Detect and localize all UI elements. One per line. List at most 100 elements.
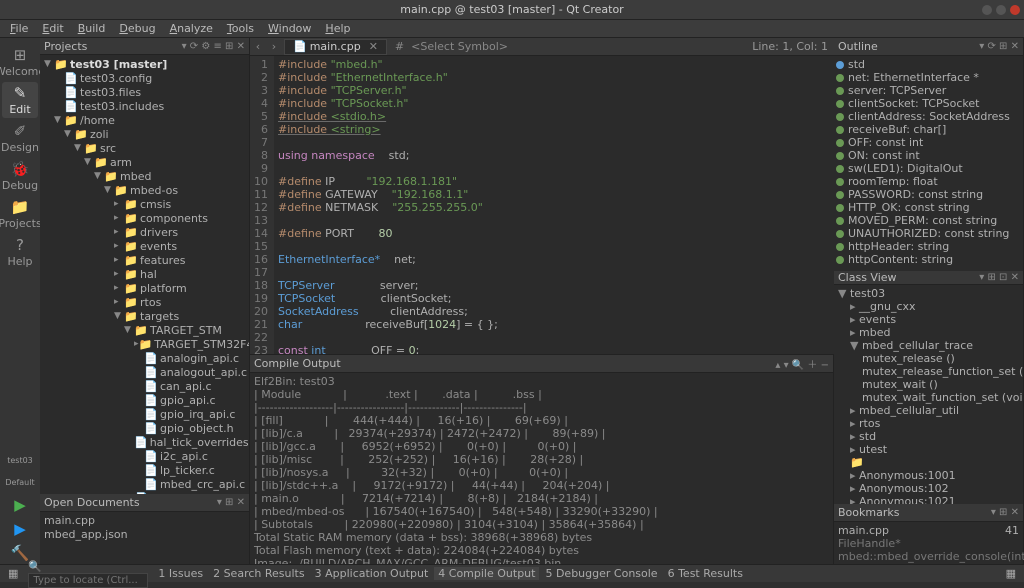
- code-area[interactable]: #include "mbed.h"#include "EthernetInter…: [274, 56, 834, 354]
- classview-toolbar[interactable]: ▾ ⊞ ⊡ ✕: [979, 272, 1019, 283]
- outline-item[interactable]: std: [836, 58, 1021, 71]
- tree-node[interactable]: 📄gpio_api.c: [40, 393, 249, 407]
- outline-item[interactable]: HTTP_OK: const string: [836, 201, 1021, 214]
- toggle-sidebar-icon[interactable]: ▦: [4, 567, 22, 580]
- tree-node[interactable]: ▸📁platform: [40, 281, 249, 295]
- tree-node[interactable]: 📄test03.files: [40, 85, 249, 99]
- open-doc[interactable]: mbed_app.json: [44, 528, 245, 542]
- menu-tools[interactable]: Tools: [221, 21, 260, 36]
- outline-item[interactable]: receiveBuf: char[]: [836, 123, 1021, 136]
- open-doc[interactable]: main.cpp: [44, 514, 245, 528]
- tree-node[interactable]: ▼📁src: [40, 141, 249, 155]
- tree-node[interactable]: ▼📁arm: [40, 155, 249, 169]
- tree-node[interactable]: ▸📁components: [40, 211, 249, 225]
- outline-item[interactable]: clientAddress: SocketAddress: [836, 110, 1021, 123]
- outline-item[interactable]: UNAUTHORIZED: const string: [836, 227, 1021, 240]
- classview-item[interactable]: ▸ Anonymous:1001: [836, 469, 1021, 482]
- mode-welcome[interactable]: ⊞Welcome: [2, 44, 38, 80]
- compile-toolbar[interactable]: ▴ ▾ 🔍 ＋ −: [775, 356, 829, 371]
- projects-toolbar[interactable]: ▾ ⟳ ⚙ ≡ ⊞ ✕: [182, 41, 245, 52]
- status-tab-test-results[interactable]: 6 Test Results: [664, 567, 747, 580]
- tree-node[interactable]: 📄hal_tick_overrides.c: [40, 435, 249, 449]
- cursor-position[interactable]: Line: 1, Col: 1: [752, 40, 828, 53]
- menu-analyze[interactable]: Analyze: [164, 21, 219, 36]
- classview-item[interactable]: ▸ Anonymous:102: [836, 482, 1021, 495]
- classview-item[interactable]: ▸ mbed: [836, 326, 1021, 339]
- outline-item[interactable]: roomTemp: float: [836, 175, 1021, 188]
- outline-item[interactable]: ON: const int: [836, 149, 1021, 162]
- code-editor[interactable]: 1234567891011121314151617181920212223242…: [250, 56, 834, 354]
- mode-design[interactable]: ✐Design: [2, 120, 38, 156]
- compile-output[interactable]: Elf2Bin: test03| Module | .text | .data …: [250, 373, 833, 564]
- outline-list[interactable]: stdnet: EthernetInterface *server: TCPSe…: [834, 56, 1023, 268]
- status-tab-compile-output[interactable]: 4 Compile Output: [434, 567, 539, 580]
- outline-item[interactable]: server: TCPServer: [836, 84, 1021, 97]
- maximize-icon[interactable]: [996, 5, 1006, 15]
- locator[interactable]: 🔍: [28, 560, 148, 588]
- symbol-selector[interactable]: # <Select Symbol>: [395, 40, 508, 53]
- kit-selector[interactable]: test03: [2, 450, 38, 470]
- build-config[interactable]: Default: [2, 472, 38, 492]
- tree-node[interactable]: ▸📁drivers: [40, 225, 249, 239]
- menu-file[interactable]: File: [4, 21, 34, 36]
- outline-item[interactable]: net: EthernetInterface *: [836, 71, 1021, 84]
- menu-window[interactable]: Window: [262, 21, 317, 36]
- classview-item[interactable]: ▼ mbed_cellular_trace: [836, 339, 1021, 352]
- tree-node[interactable]: ▸📁events: [40, 239, 249, 253]
- classview-item[interactable]: 📁: [836, 456, 1021, 469]
- bookmark-item[interactable]: main.cpp41 FileHandle* mbed::mbed_overri…: [834, 522, 1023, 552]
- classview-item[interactable]: ▸ utest: [836, 443, 1021, 456]
- tree-node[interactable]: ▼📁/home: [40, 113, 249, 127]
- status-tab-application-output[interactable]: 3 Application Output: [311, 567, 433, 580]
- outline-item[interactable]: OFF: const int: [836, 136, 1021, 149]
- tree-node[interactable]: ▸📁features: [40, 253, 249, 267]
- tree-node[interactable]: ▸📁rtos: [40, 295, 249, 309]
- nav-back-icon[interactable]: ‹: [250, 40, 266, 53]
- outline-item[interactable]: sw(LED1): DigitalOut: [836, 162, 1021, 175]
- tree-node[interactable]: ▸📁hal: [40, 267, 249, 281]
- tree-node[interactable]: 📄can_api.c: [40, 379, 249, 393]
- tree-node[interactable]: ▼📁targets: [40, 309, 249, 323]
- classview-item[interactable]: ▼ test03: [836, 287, 1021, 300]
- toggle-right-sidebar-icon[interactable]: ▦: [1002, 567, 1020, 580]
- classview-item[interactable]: ▸ __gnu_cxx: [836, 300, 1021, 313]
- menu-debug[interactable]: Debug: [113, 21, 161, 36]
- outline-item[interactable]: httpContent: string: [836, 253, 1021, 266]
- menu-help[interactable]: Help: [319, 21, 356, 36]
- outline-item[interactable]: clientSocket: TCPSocket: [836, 97, 1021, 110]
- tree-node[interactable]: ▼📁mbed: [40, 169, 249, 183]
- classview-list[interactable]: ▼ test03▸ __gnu_cxx▸ events▸ mbed▼ mbed_…: [834, 285, 1023, 504]
- outline-item[interactable]: MOVED_PERM: const string: [836, 214, 1021, 227]
- classview-item[interactable]: ▸ std: [836, 430, 1021, 443]
- project-tree[interactable]: ▼📁test03 [master]📄test03.config📄test03.f…: [40, 55, 249, 494]
- mode-help[interactable]: ?Help: [2, 234, 38, 270]
- open-documents-toolbar[interactable]: ▾ ⊞ ✕: [217, 497, 245, 508]
- status-tab-debugger-console[interactable]: 5 Debugger Console: [541, 567, 661, 580]
- nav-forward-icon[interactable]: ›: [266, 40, 282, 53]
- tree-node[interactable]: ▼📁zoli: [40, 127, 249, 141]
- tree-node[interactable]: 📄lp_ticker.c: [40, 463, 249, 477]
- classview-item[interactable]: mutex_wait_function_set (void (*)()):: [836, 391, 1021, 404]
- locator-input[interactable]: [28, 573, 148, 588]
- tree-node[interactable]: 📄mbed_crc_api.c: [40, 477, 249, 491]
- tree-node[interactable]: ▸📁cmsis: [40, 197, 249, 211]
- classview-item[interactable]: mutex_wait (): [836, 378, 1021, 391]
- tree-node[interactable]: ▼📁test03 [master]: [40, 57, 249, 71]
- bookmarks-toolbar[interactable]: ▾ ⊞ ✕: [991, 507, 1019, 518]
- classview-item[interactable]: ▸ mbed_cellular_util: [836, 404, 1021, 417]
- outline-toolbar[interactable]: ▾ ⟳ ⊞ ✕: [979, 41, 1019, 52]
- tree-node[interactable]: ▸📁TARGET_STM32F4: [40, 337, 249, 351]
- classview-item[interactable]: ▸ events: [836, 313, 1021, 326]
- mode-projects[interactable]: 📁Projects: [2, 196, 38, 232]
- open-documents-list[interactable]: main.cppmbed_app.json: [40, 512, 249, 544]
- classview-item[interactable]: mutex_release_function_set (void (: [836, 365, 1021, 378]
- classview-item[interactable]: mutex_release (): [836, 352, 1021, 365]
- tree-node[interactable]: 📄analogout_api.c: [40, 365, 249, 379]
- status-tab-issues[interactable]: 1 Issues: [154, 567, 207, 580]
- tab-close-icon[interactable]: ✕: [369, 40, 378, 53]
- tree-node[interactable]: 📄gpio_object.h: [40, 421, 249, 435]
- editor-tab[interactable]: 📄 main.cpp ✕: [284, 39, 387, 55]
- outline-item[interactable]: httpHeader: string: [836, 240, 1021, 253]
- tree-node[interactable]: 📄test03.includes: [40, 99, 249, 113]
- tree-node[interactable]: 📄i2c_api.c: [40, 449, 249, 463]
